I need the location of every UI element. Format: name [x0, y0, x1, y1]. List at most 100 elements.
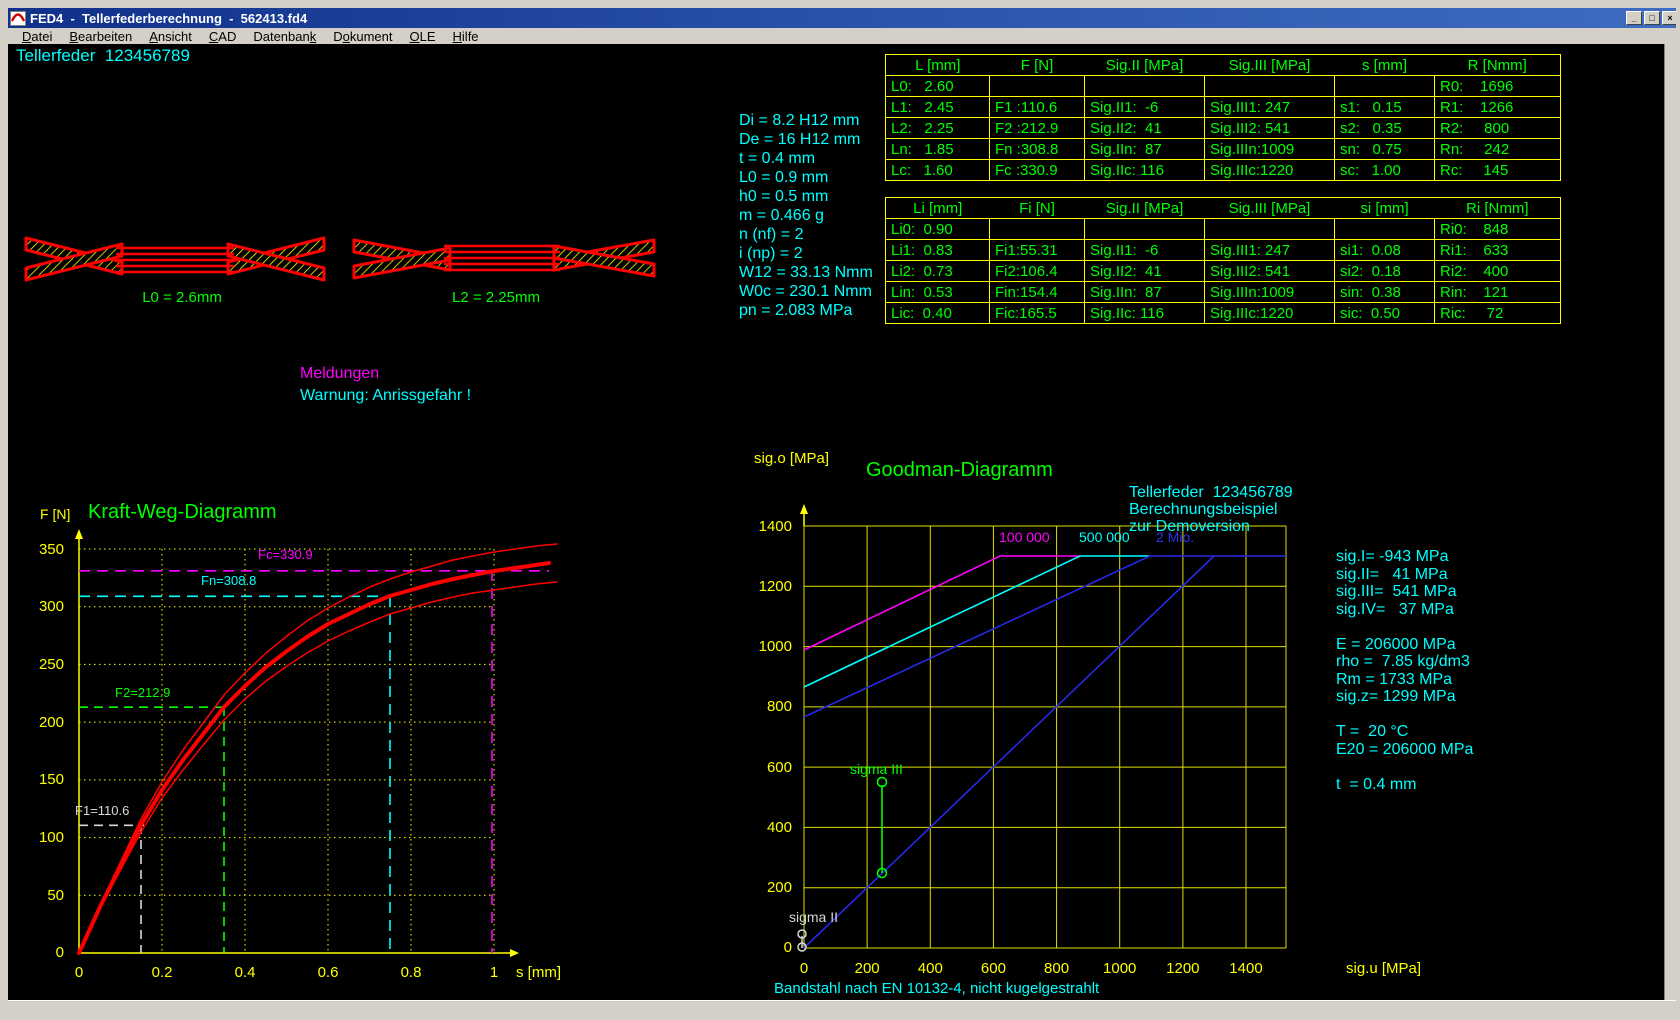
- info-line: [1336, 706, 1473, 724]
- table-cell: Sig.IIIn:1009: [1205, 282, 1335, 303]
- menu-item[interactable]: Bearbeiten: [69, 29, 132, 44]
- table-cell: F1 :110.6: [990, 97, 1085, 118]
- table-cell: Sig.IIIc:1220: [1205, 303, 1335, 324]
- goodman-sigma2-label: sigma II: [789, 909, 838, 925]
- results-table-stack: L [mm] F [N] Sig.II [MPa] Sig.III [MPa] …: [885, 54, 1561, 181]
- table-row: L1: 2.45 F1 :110.6 Sig.II1: -6 Sig.III1:…: [886, 97, 1561, 118]
- table-row: Li0: 0.90 Ri0: 848: [886, 219, 1561, 240]
- parameter-line: n (nf) = 2: [739, 226, 873, 245]
- table-cell: [1205, 76, 1335, 97]
- goodman-x-ticks: 0200400600800100012001400: [804, 960, 1246, 977]
- table-cell: Li2: 0.73: [886, 261, 990, 282]
- table-cell: Sig.III2: 541: [1205, 261, 1335, 282]
- table-cell: Fin:154.4: [990, 282, 1085, 303]
- table-cell: si1: 0.08: [1335, 240, 1435, 261]
- parameter-line: L0 = 0.9 mm: [739, 169, 873, 188]
- table-cell: [1085, 76, 1205, 97]
- table-cell: Sig.III1: 247: [1205, 240, 1335, 261]
- kw-x-axis-label: s [mm]: [516, 964, 561, 981]
- maximize-button[interactable]: □: [1644, 11, 1660, 25]
- table-cell: L2: 2.25: [886, 118, 990, 139]
- parameter-line: W0c = 230.1 Nmm: [739, 283, 873, 302]
- info-line: sig.III= 541 MPa: [1336, 583, 1473, 601]
- menu-bar: Datei Bearbeiten Ansicht CAD Datenbank D…: [8, 28, 1680, 44]
- table-cell: Sig.IIn: 87: [1085, 282, 1205, 303]
- stack1-length-label: L0 = 2.6mm: [122, 289, 242, 306]
- col-header: L [mm]: [886, 55, 990, 76]
- info-line: E = 206000 MPa: [1336, 636, 1473, 654]
- menu-item[interactable]: OLE: [410, 29, 436, 44]
- table-cell: [1205, 219, 1335, 240]
- info-line: rho = 7.85 kg/dm3: [1336, 653, 1473, 671]
- table-cell: Sig.IIc: 116: [1085, 303, 1205, 324]
- table-cell: [990, 219, 1085, 240]
- table-cell: Sig.IIn: 87: [1085, 139, 1205, 160]
- kw-fn-label: Fn=308.8: [201, 574, 256, 589]
- app-icon: [10, 11, 26, 26]
- info-line: Rm = 1733 MPa: [1336, 671, 1473, 689]
- table-row: Ln: 1.85 Fn :308.8 Sig.IIn: 87 Sig.IIIn:…: [886, 139, 1561, 160]
- info-line: sig.z= 1299 MPa: [1336, 688, 1473, 706]
- table-cell: Lin: 0.53: [886, 282, 990, 303]
- menu-item[interactable]: Hilfe: [453, 29, 479, 44]
- header-right-line: zur Demoversion: [1129, 518, 1293, 535]
- table-row: L2: 2.25 F2 :212.9 Sig.II2: 41 Sig.III2:…: [886, 118, 1561, 139]
- info-line: t = 0.4 mm: [1336, 776, 1473, 794]
- menu-item[interactable]: Datei: [22, 29, 52, 44]
- parameter-line: W12 = 33.13 Nmm: [739, 264, 873, 283]
- close-button[interactable]: ×: [1662, 11, 1678, 25]
- minimize-button[interactable]: _: [1626, 11, 1642, 25]
- results-table-single-disc: Li [mm] Fi [N] Sig.II [MPa] Sig.III [MPa…: [885, 197, 1561, 324]
- status-text: 26.06.2013 17:57 - HEXAGON FED4 V6.0 #00…: [25, 1016, 531, 1020]
- table-cell: Sig.III1: 247: [1205, 97, 1335, 118]
- col-header: Li [mm]: [886, 198, 990, 219]
- goodman-y-axis-label: sig.o [MPa]: [754, 450, 829, 467]
- table-cell: Ri1: 633: [1435, 240, 1561, 261]
- table-cell: Fi1:55.31: [990, 240, 1085, 261]
- parameter-line: i (np) = 2: [739, 245, 873, 264]
- table-cell: Sig.II1: -6: [1085, 240, 1205, 261]
- table-cell: s2: 0.35: [1335, 118, 1435, 139]
- parameter-line: pn = 2.083 MPa: [739, 302, 873, 321]
- col-header: Sig.III [MPa]: [1205, 55, 1335, 76]
- info-line: [1336, 758, 1473, 776]
- title-bar[interactable]: FED4 - Tellerfederberechnung - 562413.fd…: [8, 8, 1680, 28]
- status-bar: 26.06.2013 17:57 - HEXAGON FED4 V6.0 #00…: [8, 1000, 1680, 1020]
- col-header: R [Nmm]: [1435, 55, 1561, 76]
- table-cell: Fic:165.5: [990, 303, 1085, 324]
- window-right-border: [1664, 44, 1680, 1000]
- table-cell: Lc: 1.60: [886, 160, 990, 181]
- goodman-sigma3-label: sigma III: [850, 761, 903, 777]
- table-cell: Sig.II2: 41: [1085, 118, 1205, 139]
- material-info-block: sig.I= -943 MPasig.II= 41 MPasig.III= 54…: [1336, 493, 1473, 793]
- table-header-row: Li [mm] Fi [N] Sig.II [MPa] Sig.III [MPa…: [886, 198, 1561, 219]
- table-cell: Rn: 242: [1435, 139, 1561, 160]
- kw-y-axis-label: F [N]: [40, 506, 70, 522]
- col-header: F [N]: [990, 55, 1085, 76]
- menu-item[interactable]: Datenbank: [253, 29, 316, 44]
- col-header: Ri [Nmm]: [1435, 198, 1561, 219]
- table-cell: Fc :330.9: [990, 160, 1085, 181]
- menu-item[interactable]: CAD: [209, 29, 236, 44]
- col-header: Sig.II [MPa]: [1085, 198, 1205, 219]
- goodman-header-right: Tellerfeder 123456789Berechnungsbeispiel…: [1129, 429, 1293, 535]
- info-line: T = 20 °C: [1336, 723, 1473, 741]
- parameter-line: t = 0.4 mm: [739, 150, 873, 169]
- kw-f1-label: F1=110.6: [75, 804, 129, 819]
- col-header: Fi [N]: [990, 198, 1085, 219]
- table-row: L0: 2.60 R0: 1696: [886, 76, 1561, 97]
- menu-item[interactable]: Dokument: [333, 29, 392, 44]
- table-cell: Li0: 0.90: [886, 219, 990, 240]
- table-row: Lc: 1.60 Fc :330.9 Sig.IIc: 116 Sig.IIIc…: [886, 160, 1561, 181]
- table-cell: F2 :212.9: [990, 118, 1085, 139]
- parameter-line: De = 16 H12 mm: [739, 131, 873, 150]
- table-cell: Lic: 0.40: [886, 303, 990, 324]
- table-cell: Sig.II2: 41: [1085, 261, 1205, 282]
- table-cell: sic: 0.50: [1335, 303, 1435, 324]
- table-row: Lic: 0.40 Fic:165.5 Sig.IIc: 116 Sig.III…: [886, 303, 1561, 324]
- table-cell: Rin: 121: [1435, 282, 1561, 303]
- table-cell: Ln: 1.85: [886, 139, 990, 160]
- col-header: s [mm]: [1335, 55, 1435, 76]
- info-line: sig.I= -943 MPa: [1336, 548, 1473, 566]
- menu-item[interactable]: Ansicht: [149, 29, 192, 44]
